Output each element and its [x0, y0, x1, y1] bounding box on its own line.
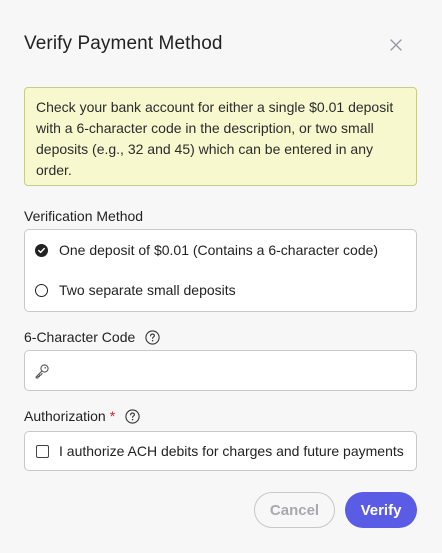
radio-checked-icon[interactable]: [35, 243, 48, 257]
code-field-label-text: 6-Character Code: [24, 329, 136, 345]
required-marker: *: [109, 408, 116, 424]
close-icon[interactable]: [386, 35, 406, 55]
code-field[interactable]: [24, 350, 417, 391]
cancel-button[interactable]: Cancel: [254, 492, 335, 528]
key-icon: [35, 364, 49, 379]
radio-option-single-deposit-label: One deposit of $0.01 (Contains a 6-chara…: [59, 242, 379, 258]
authorization-checkbox-row[interactable]: I authorize ACH debits for charges and f…: [24, 431, 417, 471]
radio-option-two-deposits-label: Two separate small deposits: [59, 282, 236, 298]
code-input[interactable]: [59, 359, 413, 385]
help-icon[interactable]: [145, 329, 160, 345]
help-icon[interactable]: [125, 408, 140, 424]
radio-unchecked-icon[interactable]: [35, 283, 48, 297]
code-field-label: 6-Character Code: [24, 329, 160, 345]
verification-method-label: Verification Method: [24, 208, 143, 224]
verification-method-label-text: Verification Method: [24, 208, 144, 224]
verify-payment-dialog: Verify Payment Method Check your bank ac…: [0, 0, 442, 553]
verification-method-radio-group: One deposit of $0.01 (Contains a 6-chara…: [24, 229, 417, 312]
authorization-label-text: Authorization: [24, 408, 106, 424]
verify-button[interactable]: Verify: [345, 492, 417, 528]
authorization-checkbox-label: I authorize ACH debits for charges and f…: [59, 443, 404, 459]
radio-option-single-deposit[interactable]: One deposit of $0.01 (Contains a 6-chara…: [35, 242, 378, 258]
authorization-checkbox[interactable]: [36, 444, 49, 458]
close-button[interactable]: [386, 35, 406, 55]
dialog-title: Verify Payment Method: [24, 33, 223, 54]
authorization-label: Authorization *: [24, 408, 140, 424]
radio-option-two-deposits[interactable]: Two separate small deposits: [35, 282, 236, 298]
deposit-notice: Check your bank account for either a sin…: [24, 87, 417, 186]
